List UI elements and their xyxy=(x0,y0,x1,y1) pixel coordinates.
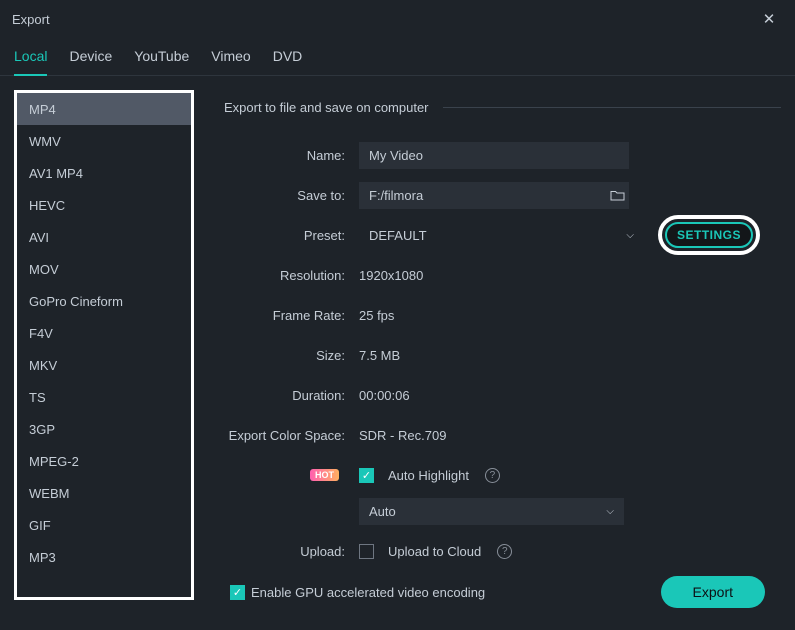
save-to-label: Save to: xyxy=(224,188,359,203)
format-list[interactable]: MP4 WMV AV1 MP4 HEVC AVI MOV GoPro Cinef… xyxy=(14,90,194,600)
close-icon: ✕ xyxy=(763,10,776,28)
tab-device[interactable]: Device xyxy=(69,42,112,75)
resolution-value: 1920x1080 xyxy=(359,268,423,283)
tab-youtube[interactable]: YouTube xyxy=(134,42,189,75)
format-item[interactable]: AVI xyxy=(17,221,191,253)
format-item[interactable]: MP4 xyxy=(17,93,191,125)
size-label: Size: xyxy=(224,348,359,363)
auto-highlight-checkbox[interactable]: ✓ xyxy=(359,468,374,483)
duration-value: 00:00:06 xyxy=(359,388,410,403)
gpu-checkbox[interactable]: ✓ xyxy=(230,585,245,600)
auto-highlight-dropdown[interactable]: Auto ⌵ xyxy=(359,498,624,525)
tab-local[interactable]: Local xyxy=(14,42,47,76)
auto-highlight-value: Auto xyxy=(369,504,396,519)
format-item[interactable]: HEVC xyxy=(17,189,191,221)
export-button[interactable]: Export xyxy=(661,576,765,608)
save-to-input[interactable] xyxy=(359,182,629,209)
resolution-label: Resolution: xyxy=(224,268,359,283)
chevron-down-icon: ⌵ xyxy=(606,506,614,517)
format-item[interactable]: MPEG-2 xyxy=(17,445,191,477)
settings-panel: Export to file and save on computer Name… xyxy=(224,90,781,600)
format-item[interactable]: AV1 MP4 xyxy=(17,157,191,189)
help-icon[interactable]: ? xyxy=(497,544,512,559)
preset-dropdown[interactable]: DEFAULT ⌵ xyxy=(359,222,644,249)
chevron-down-icon: ⌵ xyxy=(626,230,634,241)
hot-badge: HOT xyxy=(310,469,339,481)
size-value: 7.5 MB xyxy=(359,348,400,363)
format-item[interactable]: GIF xyxy=(17,509,191,541)
format-item[interactable]: MOV xyxy=(17,253,191,285)
close-button[interactable]: ✕ xyxy=(755,5,783,33)
format-item[interactable]: MKV xyxy=(17,349,191,381)
browse-folder-button[interactable] xyxy=(607,185,627,205)
window-title: Export xyxy=(12,12,50,27)
format-item[interactable]: GoPro Cineform xyxy=(17,285,191,317)
color-space-label: Export Color Space: xyxy=(224,428,359,443)
tabs-bar: Local Device YouTube Vimeo DVD xyxy=(0,34,795,76)
divider xyxy=(443,107,781,108)
folder-icon xyxy=(610,189,625,202)
upload-cloud-label[interactable]: Upload to Cloud xyxy=(388,544,481,559)
format-item[interactable]: MP3 xyxy=(17,541,191,573)
tab-dvd[interactable]: DVD xyxy=(273,42,303,75)
format-item[interactable]: WMV xyxy=(17,125,191,157)
preset-label: Preset: xyxy=(224,228,359,243)
format-item[interactable]: WEBM xyxy=(17,477,191,509)
gpu-label[interactable]: Enable GPU accelerated video encoding xyxy=(251,585,485,600)
upload-label: Upload: xyxy=(224,544,359,559)
format-item[interactable]: 3GP xyxy=(17,413,191,445)
frame-rate-label: Frame Rate: xyxy=(224,308,359,323)
format-item[interactable]: F4V xyxy=(17,317,191,349)
settings-button[interactable]: SETTINGS xyxy=(665,222,753,248)
preset-value: DEFAULT xyxy=(369,228,427,243)
help-icon[interactable]: ? xyxy=(485,468,500,483)
tab-vimeo[interactable]: Vimeo xyxy=(211,42,250,75)
section-header: Export to file and save on computer xyxy=(224,100,429,115)
settings-button-highlight: SETTINGS xyxy=(658,215,760,255)
duration-label: Duration: xyxy=(224,388,359,403)
upload-cloud-checkbox[interactable] xyxy=(359,544,374,559)
auto-highlight-label[interactable]: Auto Highlight xyxy=(388,468,469,483)
format-item[interactable]: TS xyxy=(17,381,191,413)
frame-rate-value: 25 fps xyxy=(359,308,394,323)
name-input[interactable] xyxy=(359,142,629,169)
name-label: Name: xyxy=(224,148,359,163)
color-space-value: SDR - Rec.709 xyxy=(359,428,446,443)
